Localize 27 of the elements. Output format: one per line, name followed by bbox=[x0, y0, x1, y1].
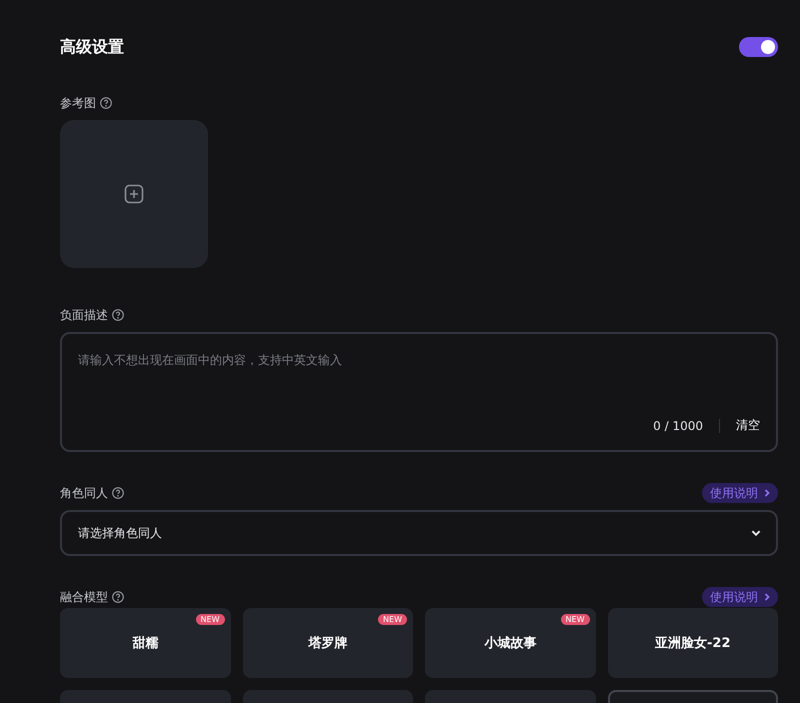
new-badge: NEW bbox=[196, 614, 224, 625]
model-card[interactable]: 亚洲脸女-22 bbox=[608, 608, 778, 678]
section-title: 高级设置 bbox=[60, 36, 124, 58]
clear-button[interactable]: 清空 bbox=[720, 417, 760, 434]
chevron-right-icon bbox=[762, 592, 772, 602]
toggle-switch[interactable] bbox=[739, 37, 778, 57]
add-icon bbox=[124, 184, 144, 204]
chevron-right-icon bbox=[762, 488, 772, 498]
image-upload-button[interactable] bbox=[60, 120, 208, 268]
model-card[interactable]: 甜糯 NEW bbox=[60, 608, 230, 678]
help-icon bbox=[112, 309, 124, 321]
negative-prompt-field[interactable]: 请输入不想出现在画面中的内容，支持中英文输入 0 / 1000 清空 bbox=[60, 332, 778, 452]
field-label: 负面描述 bbox=[60, 306, 108, 324]
field-label: 角色同人 bbox=[60, 484, 108, 502]
new-badge: NEW bbox=[560, 614, 590, 625]
help-icon bbox=[112, 591, 124, 603]
help-link-button[interactable]: 使用说明 bbox=[702, 587, 778, 607]
new-badge: NEW bbox=[378, 614, 407, 625]
character-counter: 0 / 1000 bbox=[653, 418, 720, 432]
field-label: 融合模型 bbox=[60, 588, 108, 606]
help-icon bbox=[112, 487, 124, 499]
character-select[interactable]: 请选择角色同人 bbox=[60, 510, 778, 556]
model-card[interactable]: 小城故事 NEW bbox=[425, 608, 596, 678]
model-card[interactable]: 塔罗牌 NEW bbox=[242, 608, 413, 678]
help-link-button[interactable]: 使用说明 bbox=[702, 483, 778, 503]
help-icon bbox=[100, 97, 112, 109]
field-label: 参考图 bbox=[60, 94, 96, 112]
